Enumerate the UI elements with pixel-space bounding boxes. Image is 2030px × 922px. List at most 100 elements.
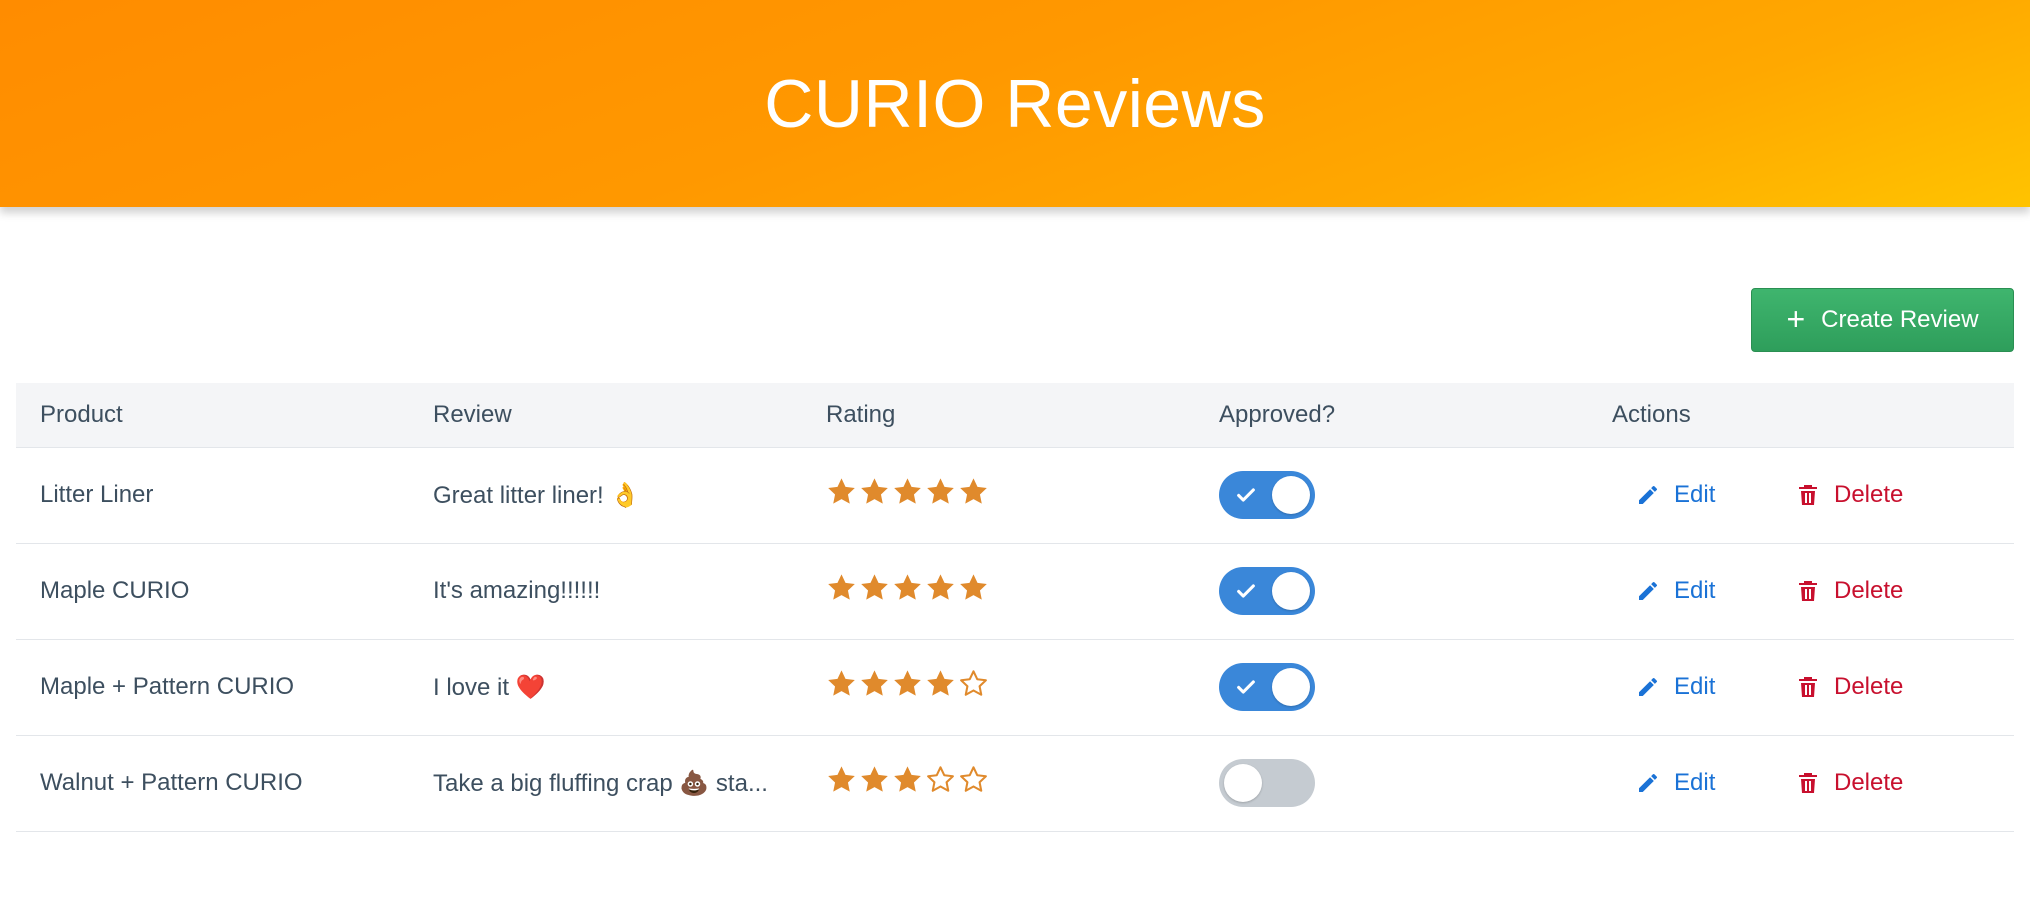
edit-button[interactable]: Edit — [1636, 673, 1796, 701]
star-filled-icon — [958, 476, 989, 507]
star-rating — [826, 572, 989, 603]
table-row: Walnut + Pattern CURIO Take a big fluffi… — [16, 735, 2014, 832]
column-header-review: Review — [409, 383, 802, 448]
approved-toggle[interactable] — [1219, 663, 1315, 711]
column-header-rating: Rating — [802, 383, 1195, 448]
row-actions: Edit Delete — [1612, 769, 2014, 797]
review-text: I love it ❤️ — [433, 673, 546, 701]
delete-label: Delete — [1834, 673, 1904, 700]
rating-cell — [802, 639, 1195, 736]
trash-icon — [1799, 773, 1817, 793]
check-icon — [1237, 488, 1255, 502]
star-rating — [826, 668, 989, 699]
rating-cell — [802, 447, 1195, 544]
review-cell: It's amazing!!!!!! — [409, 543, 802, 640]
toggle-knob — [1224, 764, 1262, 802]
approved-cell — [1195, 639, 1588, 736]
review-cell: Great litter liner! 👌 — [409, 447, 802, 544]
product-name: Walnut + Pattern CURIO — [40, 769, 303, 796]
star-filled-icon — [826, 668, 857, 699]
review-text: Take a big fluffing crap 💩 sta... — [433, 769, 768, 797]
delete-button[interactable]: Delete — [1796, 481, 1903, 509]
star-rating — [826, 764, 989, 795]
delete-label: Delete — [1834, 577, 1904, 604]
actions-cell: Edit Delete — [1588, 639, 2014, 736]
product-name: Maple + Pattern CURIO — [40, 673, 295, 700]
approved-cell — [1195, 447, 1588, 544]
trash-icon — [1799, 581, 1817, 601]
pencil-icon — [1639, 677, 1658, 696]
delete-button[interactable]: Delete — [1796, 769, 1903, 797]
product-name: Litter Liner — [40, 481, 154, 508]
table-body: Litter Liner Great litter liner! 👌 Edit … — [16, 447, 2014, 832]
page-header: CURIO Reviews — [0, 0, 2030, 207]
star-filled-icon — [859, 764, 890, 795]
star-outline-icon — [925, 764, 956, 795]
table-row: Maple CURIO It's amazing!!!!!! Edit Dele… — [16, 543, 2014, 640]
approved-toggle[interactable] — [1219, 759, 1315, 807]
star-filled-icon — [859, 668, 890, 699]
product-cell: Maple CURIO — [16, 543, 409, 640]
review-cell: I love it ❤️ — [409, 639, 802, 736]
star-filled-icon — [892, 476, 923, 507]
review-text: Great litter liner! 👌 — [433, 481, 641, 509]
toggle-knob — [1272, 572, 1310, 610]
row-actions: Edit Delete — [1612, 673, 2014, 701]
review-cell: Take a big fluffing crap 💩 sta... — [409, 735, 802, 832]
actions-cell: Edit Delete — [1588, 447, 2014, 544]
create-review-button[interactable]: + Create Review — [1751, 288, 2014, 352]
column-header-approved: Approved? — [1195, 383, 1588, 448]
star-filled-icon — [925, 668, 956, 699]
edit-label: Edit — [1674, 769, 1716, 796]
reviews-table: Product Review Rating Approved? Actions … — [16, 383, 2014, 832]
star-filled-icon — [925, 476, 956, 507]
approved-toggle[interactable] — [1219, 567, 1315, 615]
actions-cell: Edit Delete — [1588, 735, 2014, 832]
approved-toggle[interactable] — [1219, 471, 1315, 519]
column-header-product: Product — [16, 383, 409, 448]
create-review-label: Create Review — [1821, 306, 1979, 333]
delete-label: Delete — [1834, 769, 1904, 796]
star-filled-icon — [826, 476, 857, 507]
product-name: Maple CURIO — [40, 577, 190, 604]
delete-button[interactable]: Delete — [1796, 673, 1903, 701]
actions-cell: Edit Delete — [1588, 543, 2014, 640]
toggle-knob — [1272, 668, 1310, 706]
star-filled-icon — [892, 572, 923, 603]
edit-button[interactable]: Edit — [1636, 481, 1796, 509]
delete-label: Delete — [1834, 481, 1904, 508]
approved-cell — [1195, 543, 1588, 640]
toggle-knob — [1272, 476, 1310, 514]
pencil-icon — [1639, 581, 1658, 600]
rating-cell — [802, 735, 1195, 832]
star-filled-icon — [826, 572, 857, 603]
table-row: Maple + Pattern CURIO I love it ❤️ Edit … — [16, 639, 2014, 736]
product-cell: Walnut + Pattern CURIO — [16, 735, 409, 832]
delete-button[interactable]: Delete — [1796, 577, 1903, 605]
approved-cell — [1195, 735, 1588, 832]
edit-label: Edit — [1674, 481, 1716, 508]
row-actions: Edit Delete — [1612, 481, 2014, 509]
star-filled-icon — [925, 572, 956, 603]
star-filled-icon — [859, 476, 890, 507]
star-filled-icon — [859, 572, 890, 603]
table-row: Litter Liner Great litter liner! 👌 Edit … — [16, 447, 2014, 544]
table-header-row: Product Review Rating Approved? Actions — [16, 383, 2014, 448]
pencil-icon — [1639, 773, 1658, 792]
star-rating — [826, 476, 989, 507]
star-filled-icon — [892, 668, 923, 699]
edit-button[interactable]: Edit — [1636, 769, 1796, 797]
edit-label: Edit — [1674, 673, 1716, 700]
edit-label: Edit — [1674, 577, 1716, 604]
product-cell: Litter Liner — [16, 447, 409, 544]
pencil-icon — [1639, 485, 1658, 504]
trash-icon — [1799, 485, 1817, 505]
plus-icon: + — [1786, 300, 1806, 337]
product-cell: Maple + Pattern CURIO — [16, 639, 409, 736]
star-filled-icon — [958, 572, 989, 603]
column-header-actions: Actions — [1588, 383, 2014, 448]
edit-button[interactable]: Edit — [1636, 577, 1796, 605]
check-icon — [1237, 584, 1255, 598]
star-outline-icon — [958, 764, 989, 795]
star-filled-icon — [892, 764, 923, 795]
